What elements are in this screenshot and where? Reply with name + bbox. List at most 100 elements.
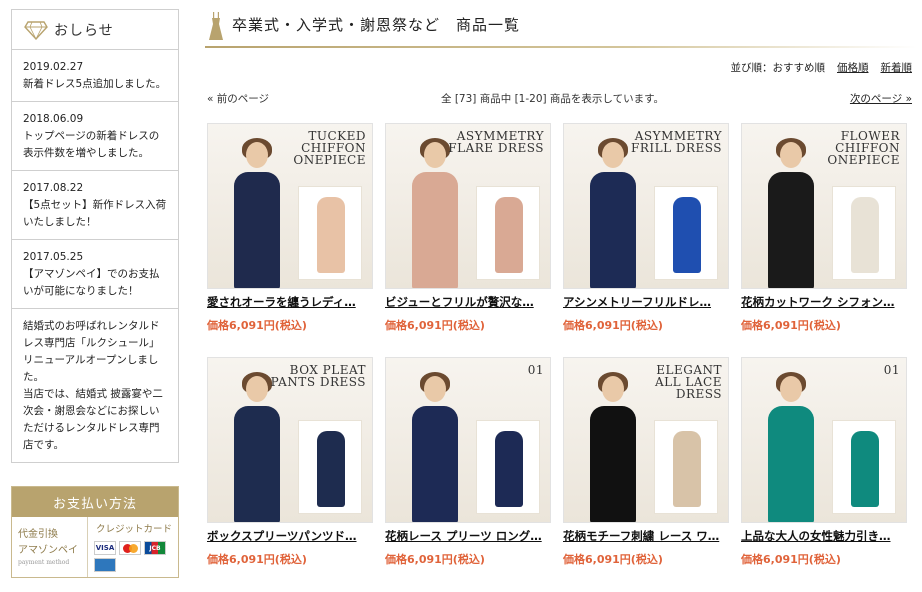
product-price: 価格6,091円(税込)	[207, 319, 307, 332]
payment-body: 代金引換 アマゾンペイ payment method クレジットカード VISA…	[12, 517, 178, 577]
news-date: 2017.05.25	[23, 251, 84, 263]
product-image[interactable]: ASYMMETRY FLARE DRESS	[385, 123, 551, 289]
product-headline: ASYMMETRY FLARE DRESS	[448, 129, 544, 155]
model-figure	[404, 372, 466, 522]
product-image[interactable]: 01	[385, 357, 551, 523]
sort-options: 並び順：おすすめ順 価格順 新着順	[731, 60, 913, 75]
news-text[interactable]: 【アマゾンペイ】でのお支払 いが可能になりました！	[23, 266, 168, 300]
news-item[interactable]: 2018.06.09 トップページの新着ドレスの 表示件数を増やしました。	[12, 102, 178, 171]
jcb-icon: JCB	[144, 541, 166, 555]
product-card: ELEGANT ALL LACE DRESS 花柄モチーフ刺繍 レース ワ… 価格6…	[563, 357, 729, 591]
page-header: 卒業式・入学式・謝恩祭など 商品一覧	[205, 0, 917, 48]
sort-label: 並び順：おすすめ順	[730, 62, 826, 74]
product-inset	[476, 186, 540, 280]
product-inset	[476, 420, 540, 514]
product-image[interactable]: ASYMMETRY FRILL DRESS	[563, 123, 729, 289]
model-figure	[760, 138, 822, 288]
page-title: 卒業式・入学式・謝恩祭など 商品一覧	[232, 15, 521, 34]
product-price: 価格6,091円(税込)	[741, 319, 841, 332]
news-header: おしらせ	[12, 10, 178, 50]
diamond-icon	[24, 20, 48, 40]
product-price: 価格6,091円(税込)	[385, 319, 485, 332]
product-name-link[interactable]: 花柄レース プリーツ ロング…	[385, 528, 551, 544]
product-headline: TUCKED CHIFFON ONEPIECE	[293, 129, 366, 167]
credit-card-label: クレジットカード	[95, 524, 172, 535]
model-figure	[226, 138, 288, 288]
news-date: 2017.08.22	[23, 182, 84, 194]
result-count: 全 [73] 商品中 [1-20] 商品を表示しています。	[441, 93, 665, 105]
mastercard-icon	[119, 541, 141, 555]
next-page-link[interactable]: 次のページ »	[850, 91, 912, 106]
product-headline: 01	[883, 363, 900, 377]
product-name-link[interactable]: 花柄カットワーク シフォン…	[741, 294, 907, 310]
product-inset	[832, 420, 896, 514]
product-inset	[832, 186, 896, 280]
sort-newest-link[interactable]: 新着順	[881, 60, 913, 75]
product-image[interactable]: TUCKED CHIFFON ONEPIECE	[207, 123, 373, 289]
news-box: おしらせ 2019.02.27 新着ドレス5点追加しました。 2018.06.0…	[11, 9, 179, 463]
payment-title: お支払い方法	[12, 487, 178, 517]
news-date: 2019.02.27	[23, 61, 84, 73]
product-card: ASYMMETRY FRILL DRESS アシンメトリーフリルドレ… 価格6,09…	[563, 123, 729, 357]
product-headline: BOX PLEAT PANTS DRESS	[270, 363, 366, 389]
model-figure	[582, 372, 644, 522]
product-price: 価格6,091円(税込)	[385, 553, 485, 566]
title-underline	[205, 46, 917, 48]
card-logos-row2	[94, 558, 174, 572]
product-inset	[298, 420, 362, 514]
sort-price-link[interactable]: 価格順	[837, 60, 869, 75]
news-item[interactable]: 2017.08.22 【5点セット】新作ドレス入荷 いたしました！	[12, 171, 178, 240]
model-figure	[582, 138, 644, 288]
product-name-link[interactable]: 上品な大人の女性魅力引き…	[741, 528, 907, 544]
product-card: TUCKED CHIFFON ONEPIECE 愛されオーラを纏うレディ… 価格6,…	[207, 123, 373, 357]
news-text[interactable]: 【5点セット】新作ドレス入荷 いたしました！	[23, 197, 168, 231]
product-card: 01 花柄レース プリーツ ロング… 価格6,091円(税込)	[385, 357, 551, 591]
product-inset	[654, 420, 718, 514]
news-item[interactable]: 2017.05.25 【アマゾンペイ】でのお支払 いが可能になりました！	[12, 240, 178, 309]
news-item[interactable]: 2019.02.27 新着ドレス5点追加しました。	[12, 50, 178, 102]
model-figure	[404, 138, 466, 288]
product-price: 価格6,091円(税込)	[563, 553, 663, 566]
product-price: 価格6,091円(税込)	[207, 553, 307, 566]
news-date: 2018.06.09	[23, 113, 84, 125]
prev-page-link[interactable]: « 前のページ	[207, 91, 269, 106]
card-logos: VISA JCB	[94, 541, 174, 555]
news-text[interactable]: トップページの新着ドレスの 表示件数を増やしました。	[23, 128, 168, 162]
dress-icon	[209, 12, 223, 40]
product-card: ASYMMETRY FLARE DRESS ビジューとフリルが贅沢な… 価格6,09…	[385, 123, 551, 357]
product-image[interactable]: 01	[741, 357, 907, 523]
payment-methods: 代金引換 アマゾンペイ payment method	[12, 517, 88, 577]
product-price: 価格6,091円(税込)	[741, 553, 841, 566]
product-headline: ASYMMETRY FRILL DRESS	[631, 129, 722, 155]
product-inset	[654, 186, 718, 280]
amex-icon	[94, 558, 116, 572]
payment-sub: payment method	[18, 559, 70, 566]
product-headline: ELEGANT ALL LACE DRESS	[655, 363, 722, 401]
product-name-link[interactable]: 花柄モチーフ刺繍 レース ワ…	[563, 528, 729, 544]
news-item-about: 結婚式のお呼ばれレンタルド レス専門店「ルクシュール」 リニューアルオープンしま…	[12, 309, 178, 462]
product-headline: FLOWER CHIFFON ONEPIECE	[827, 129, 900, 167]
news-text[interactable]: 新着ドレス5点追加しました。	[23, 76, 168, 93]
pagination: « 前のページ 全 [73] 商品中 [1-20] 商品を表示しています。 次の…	[207, 91, 912, 105]
product-price: 価格6,091円(税込)	[563, 319, 663, 332]
product-image[interactable]: FLOWER CHIFFON ONEPIECE	[741, 123, 907, 289]
payment-cod: 代金引換	[18, 529, 58, 540]
product-headline: 01	[527, 363, 544, 377]
product-image[interactable]: BOX PLEAT PANTS DRESS	[207, 357, 373, 523]
credit-card-panel: クレジットカード VISA JCB	[88, 517, 178, 577]
product-grid: TUCKED CHIFFON ONEPIECE 愛されオーラを纏うレディ… 価格6,…	[207, 123, 917, 591]
payment-amazonpay: アマゾンペイ	[18, 545, 78, 556]
product-name-link[interactable]: ボックスプリーツパンツド…	[207, 528, 373, 544]
product-card: FLOWER CHIFFON ONEPIECE 花柄カットワーク シフォン… 価格6…	[741, 123, 907, 357]
product-image[interactable]: ELEGANT ALL LACE DRESS	[563, 357, 729, 523]
sort-current: おすすめ順	[772, 62, 826, 74]
main-content: 卒業式・入学式・謝恩祭など 商品一覧 並び順：おすすめ順 価格順 新着順 « 前…	[205, 0, 917, 566]
product-name-link[interactable]: アシンメトリーフリルドレ…	[563, 294, 729, 310]
sidebar: おしらせ 2019.02.27 新着ドレス5点追加しました。 2018.06.0…	[11, 9, 179, 578]
news-title: おしらせ	[54, 22, 114, 39]
product-name-link[interactable]: 愛されオーラを纏うレディ…	[207, 294, 373, 310]
product-inset	[298, 186, 362, 280]
product-name-link[interactable]: ビジューとフリルが贅沢な…	[385, 294, 551, 310]
product-card: BOX PLEAT PANTS DRESS ボックスプリーツパンツド… 価格6,09…	[207, 357, 373, 591]
model-figure	[226, 372, 288, 522]
